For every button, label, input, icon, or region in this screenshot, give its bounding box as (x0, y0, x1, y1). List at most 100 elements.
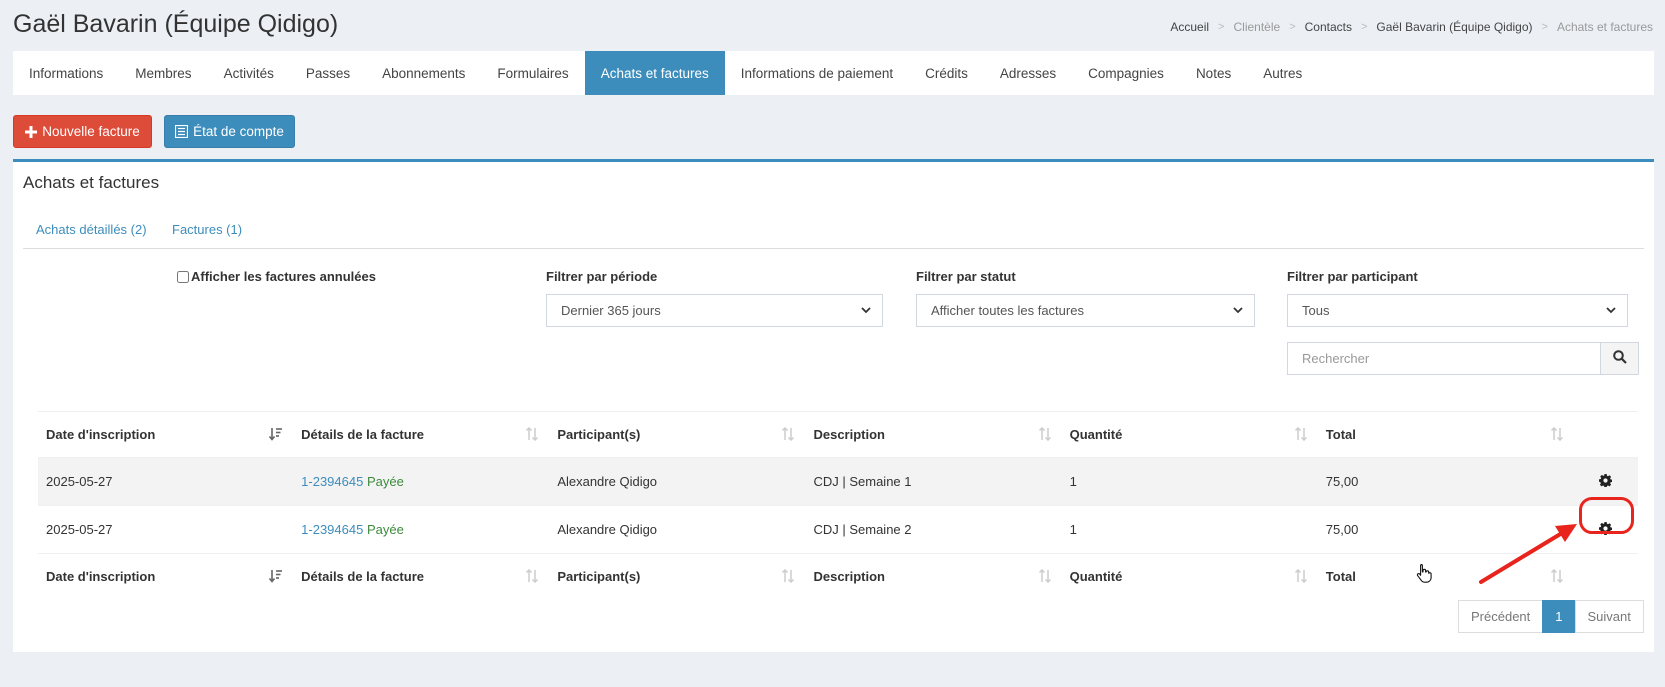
table-row: 2025-05-27 1-2394645 Payée Alexandre Qid… (38, 457, 1638, 506)
cell-quantity: 1 (1061, 505, 1318, 554)
pagination: Précédent 1 Suivant (1458, 600, 1644, 633)
invoice-status: Payée (366, 474, 404, 489)
breadcrumb-separator: > (1289, 21, 1296, 33)
plus-icon (25, 125, 38, 138)
cell-participant: Alexandre Qidigo (549, 457, 806, 506)
column-header-description[interactable]: Description (805, 411, 1062, 458)
invoice-link[interactable]: 1-2394645 (301, 522, 363, 537)
sort-icon (781, 426, 795, 444)
column-header-participants[interactable]: Participant(s) (549, 411, 806, 458)
subtab-invoices[interactable]: Factures (1) (172, 222, 242, 237)
participant-select[interactable]: Tous (1287, 294, 1628, 327)
period-select-value: Dernier 365 jours (561, 303, 661, 318)
breadcrumb-separator: > (1218, 21, 1225, 33)
column-header-actions (1573, 411, 1638, 458)
chevron-down-icon (860, 304, 872, 319)
tab-notes[interactable]: Notes (1180, 51, 1247, 95)
tab-formulaires[interactable]: Formulaires (481, 51, 584, 95)
column-header-total[interactable]: Total (1317, 411, 1574, 458)
sort-desc-icon (269, 569, 283, 586)
search-icon (1612, 350, 1627, 367)
sort-icon (1294, 568, 1308, 586)
breadcrumb-contact[interactable]: Gaël Bavarin (Équipe Qidigo) (1376, 20, 1532, 34)
hand-cursor-icon (1416, 563, 1432, 583)
table-header-row: Date d'inscription Détails de la facture… (38, 411, 1638, 458)
cell-description: CDJ | Semaine 2 (805, 505, 1062, 554)
tab-passes[interactable]: Passes (290, 51, 366, 95)
participant-select-value: Tous (1302, 303, 1330, 318)
tab-informations-paiement[interactable]: Informations de paiement (725, 51, 909, 95)
page-header: Gaël Bavarin (Équipe Qidigo) Accueil > C… (13, 8, 1653, 48)
breadcrumb-accueil[interactable]: Accueil (1170, 20, 1209, 34)
sort-icon (1550, 426, 1564, 444)
participant-filter-label: Filtrer par participant (1287, 269, 1418, 284)
show-cancelled-checkbox[interactable] (177, 270, 189, 283)
box-title: Achats et factures (23, 173, 160, 192)
sort-icon (781, 568, 795, 586)
column-footer-participants[interactable]: Participant(s) (549, 553, 806, 599)
invoice-status: Payée (366, 522, 404, 537)
table-row: 2025-05-27 1-2394645 Payée Alexandre Qid… (38, 505, 1638, 554)
show-cancelled-checkbox-row[interactable]: Afficher les factures annulées (177, 269, 376, 284)
breadcrumb-separator: > (1541, 21, 1548, 33)
breadcrumb: Accueil > Clientèle > Contacts > Gaël Ba… (1170, 20, 1653, 34)
breadcrumb-separator: > (1360, 21, 1368, 33)
cell-invoice: 1-2394645 Payée (293, 457, 550, 506)
pagination-page-1[interactable]: 1 (1542, 600, 1576, 633)
breadcrumb-current: Achats et factures (1556, 20, 1653, 34)
table-footer-row: Date d'inscription Détails de la facture… (38, 553, 1638, 599)
column-footer-description[interactable]: Description (805, 553, 1062, 599)
subtab-detailed-purchases[interactable]: Achats détaillés (2) (36, 222, 147, 237)
purchases-table: Date d'inscription Détails de la facture… (38, 411, 1638, 599)
contact-tabs: Informations Membres Activités Passes Ab… (13, 51, 1654, 95)
search-input[interactable]: Rechercher (1287, 342, 1601, 375)
sort-icon (525, 568, 539, 586)
sort-icon (525, 426, 539, 444)
column-footer-date[interactable]: Date d'inscription (38, 553, 294, 599)
cell-date: 2025-05-27 (38, 457, 294, 506)
tab-adresses[interactable]: Adresses (984, 51, 1072, 95)
column-header-quantity[interactable]: Quantité (1061, 411, 1318, 458)
period-select[interactable]: Dernier 365 jours (546, 294, 883, 327)
status-filter-label: Filtrer par statut (916, 269, 1016, 284)
annotation-arrow (1479, 524, 1577, 584)
tab-autres[interactable]: Autres (1247, 51, 1318, 95)
new-invoice-label: Nouvelle facture (42, 124, 140, 139)
tab-compagnies[interactable]: Compagnies (1072, 51, 1180, 95)
sort-icon (1038, 568, 1052, 586)
cell-total: 75,00 (1317, 457, 1574, 506)
tab-activites[interactable]: Activités (208, 51, 290, 95)
tab-achats-factures[interactable]: Achats et factures (584, 51, 725, 95)
status-select[interactable]: Afficher toutes les factures (916, 294, 1255, 327)
sort-icon (1038, 426, 1052, 444)
period-filter-label: Filtrer par période (546, 269, 658, 284)
show-cancelled-label: Afficher les factures annulées (191, 269, 376, 284)
list-icon (175, 125, 189, 138)
tab-informations[interactable]: Informations (13, 51, 119, 95)
cell-participant: Alexandre Qidigo (549, 505, 806, 554)
status-select-value: Afficher toutes les factures (931, 303, 1084, 318)
search-button[interactable] (1600, 342, 1639, 375)
page-title: Gaël Bavarin (Équipe Qidigo) (13, 10, 339, 38)
purchases-box: Achats et factures Achats détaillés (2) … (13, 159, 1654, 652)
invoice-link[interactable]: 1-2394645 (301, 474, 363, 489)
pagination-previous[interactable]: Précédent (1458, 600, 1544, 633)
cell-date: 2025-05-27 (38, 505, 294, 554)
statement-button[interactable]: État de compte (164, 115, 295, 148)
breadcrumb-contacts[interactable]: Contacts (1305, 20, 1352, 34)
tab-abonnements[interactable]: Abonnements (366, 51, 481, 95)
chevron-down-icon (1605, 304, 1617, 319)
column-footer-quantity[interactable]: Quantité (1061, 553, 1318, 599)
sort-desc-icon (269, 427, 283, 444)
column-header-date[interactable]: Date d'inscription (38, 411, 294, 458)
cell-description: CDJ | Semaine 1 (805, 457, 1062, 506)
column-header-invoice[interactable]: Détails de la facture (293, 411, 550, 458)
tab-credits[interactable]: Crédits (909, 51, 984, 95)
annotation-circle (1579, 497, 1634, 534)
tab-membres[interactable]: Membres (119, 51, 207, 95)
column-footer-invoice[interactable]: Détails de la facture (293, 553, 550, 599)
statement-label: État de compte (193, 124, 284, 139)
new-invoice-button[interactable]: Nouvelle facture (13, 115, 152, 148)
pagination-next[interactable]: Suivant (1574, 600, 1644, 633)
breadcrumb-clientele[interactable]: Clientèle (1233, 20, 1280, 34)
